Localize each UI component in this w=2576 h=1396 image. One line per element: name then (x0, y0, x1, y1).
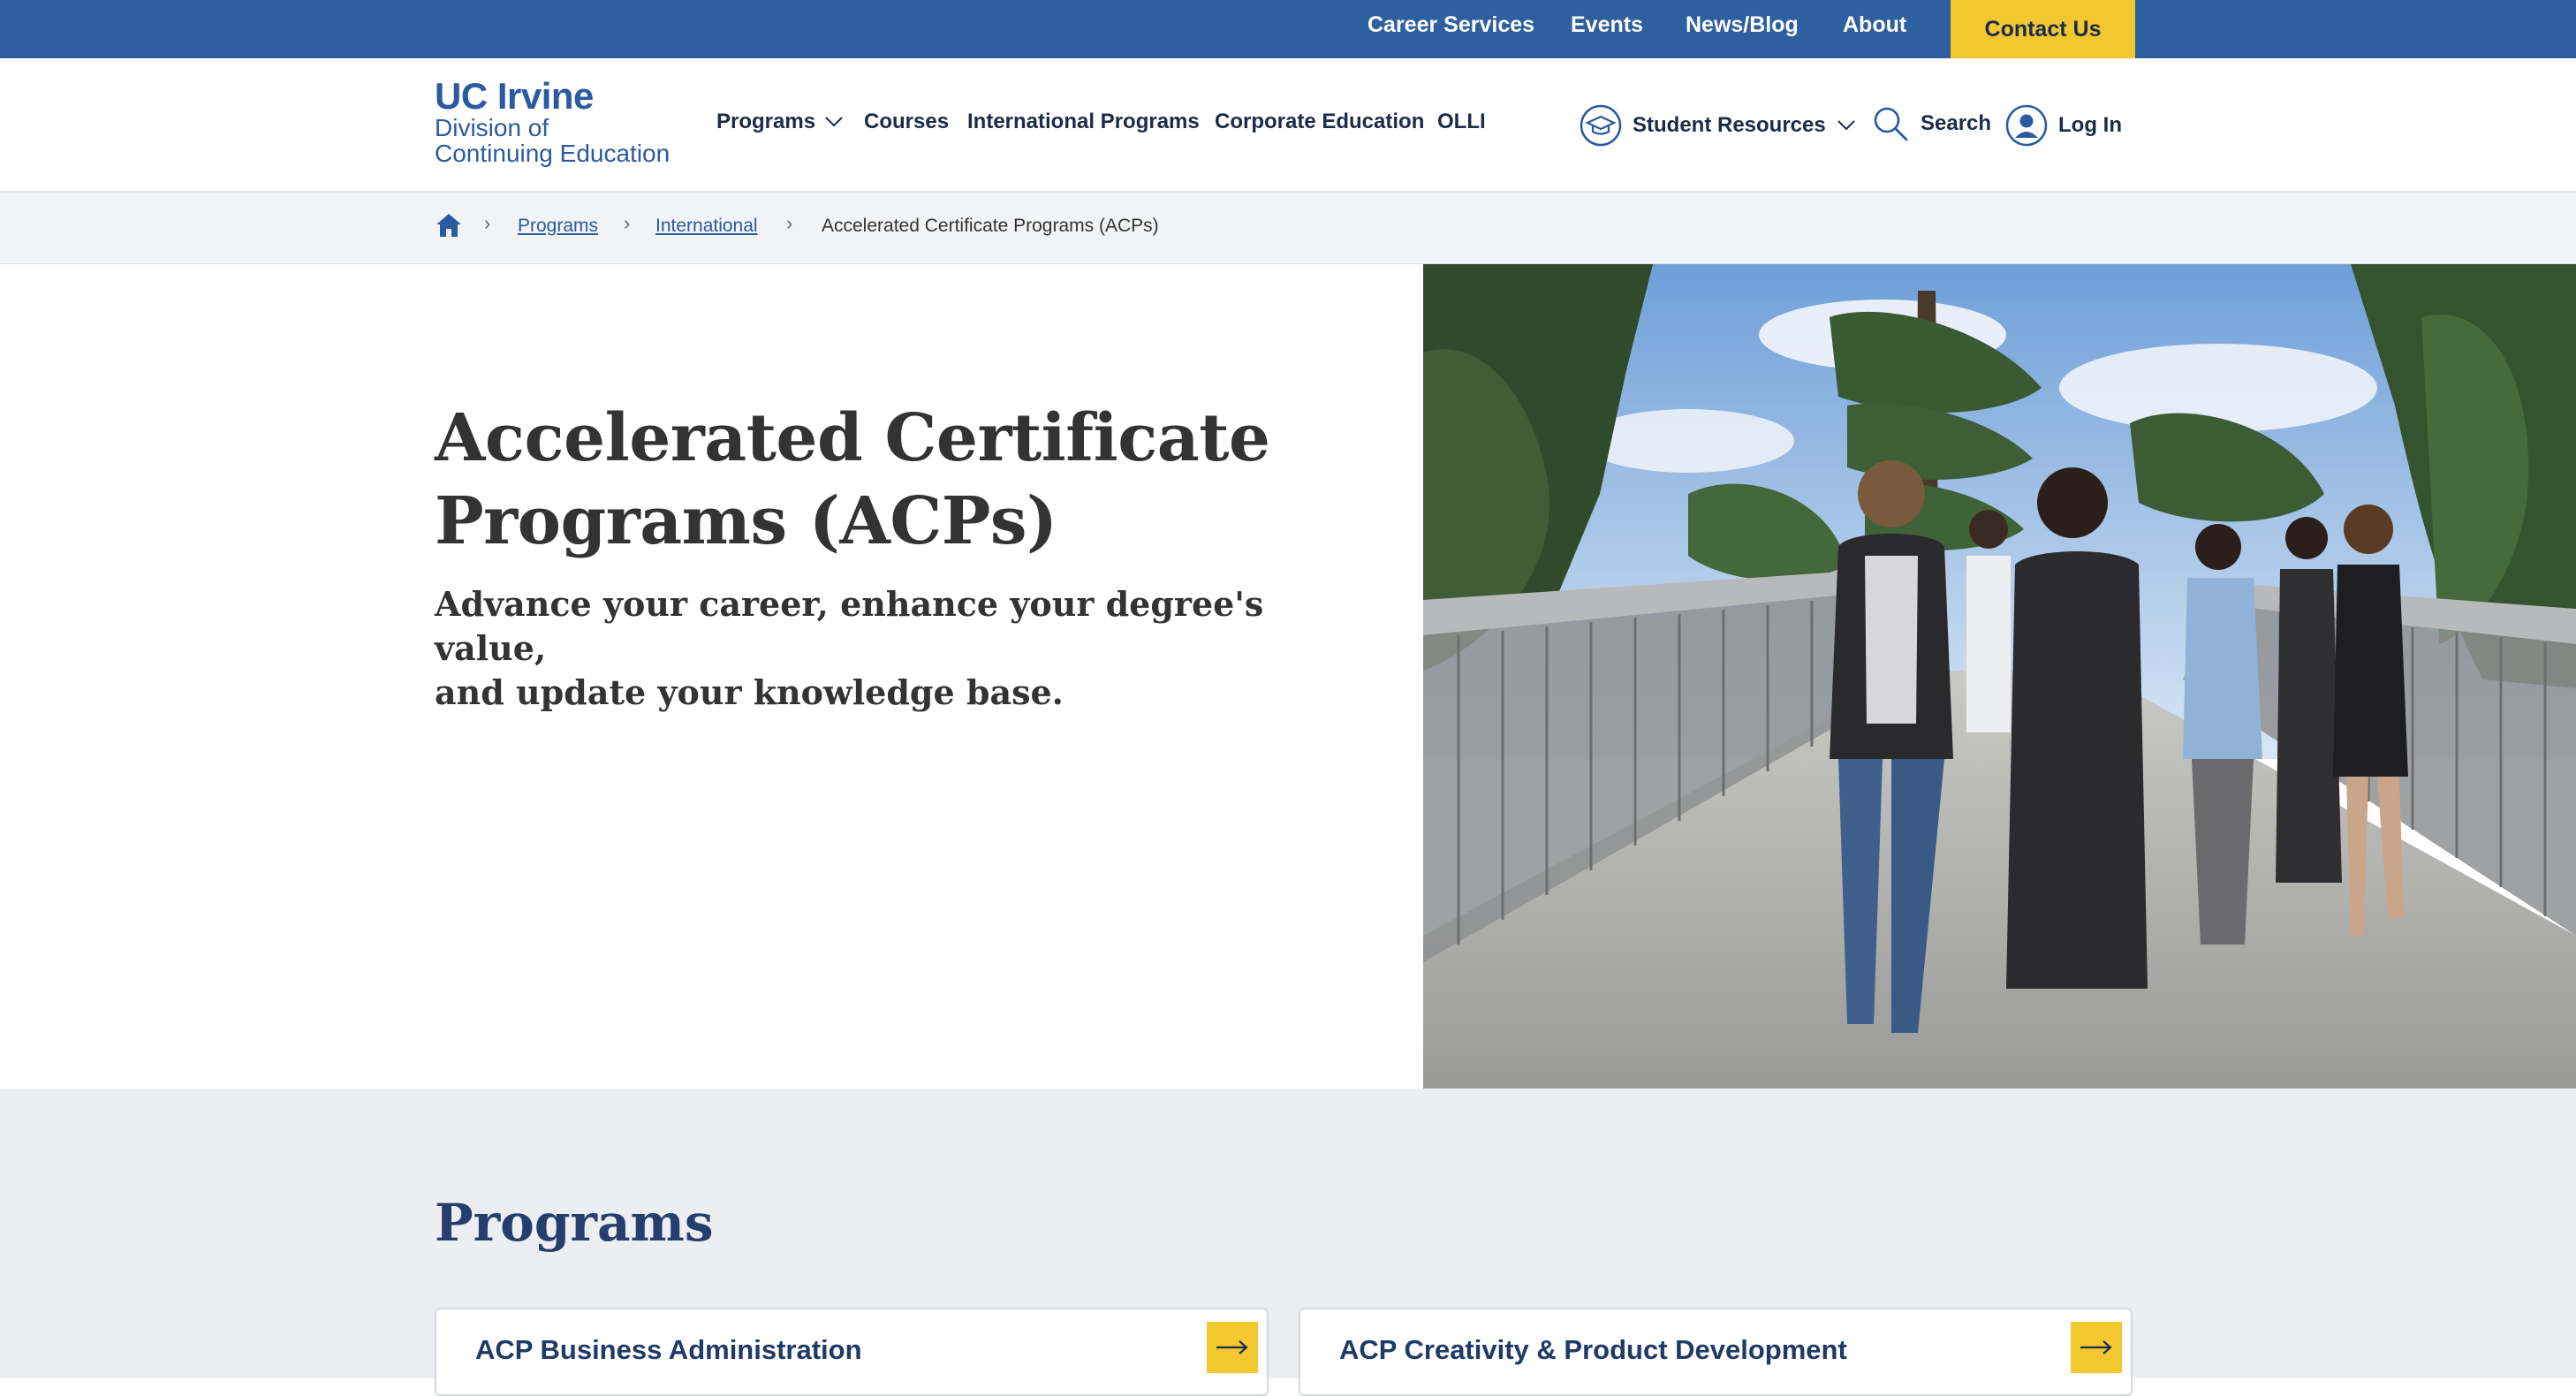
programs-section: Programs ACP Business Administration ACP… (0, 1089, 2576, 1396)
page-title-line1: Accelerated Certificate (435, 400, 1270, 476)
nav-programs-label: Programs (716, 110, 816, 133)
about-link[interactable]: About (1843, 12, 1906, 38)
chevron-down-icon (825, 117, 843, 127)
hero-subtitle-line2: and update your knowledge base. (435, 672, 1064, 712)
program-card-title: ACP Business Administration (475, 1334, 862, 1365)
chevron-right-icon: › (624, 212, 631, 234)
nav-olli-label: OLLI (1437, 110, 1486, 133)
hero-photo-students-walking (1423, 264, 2576, 1089)
student-resources-menu[interactable]: Student Resources (1580, 104, 1856, 147)
nav-courses[interactable]: Courses (864, 110, 949, 134)
uci-logo[interactable]: UC Irvine Division of Continuing Educati… (435, 78, 700, 175)
search-button[interactable]: Search (1871, 104, 1991, 143)
chevron-down-icon (1837, 120, 1855, 131)
main-header: UC Irvine Division of Continuing Educati… (0, 58, 2576, 193)
hero-subtitle: Advance your career, enhance your degree… (435, 582, 1283, 715)
graduation-cap-icon (1580, 104, 1622, 147)
arrow-right-icon[interactable] (1207, 1322, 1258, 1373)
career-services-link[interactable]: Career Services (1368, 12, 1534, 38)
home-icon[interactable] (435, 212, 463, 239)
nav-olli[interactable]: OLLI (1437, 110, 1486, 134)
nav-corporate-label: Corporate Education (1215, 110, 1425, 133)
logo-continuing-education: Continuing Education (435, 140, 671, 167)
breadcrumb-current: Accelerated Certificate Programs (ACPs) (822, 216, 1159, 236)
contact-us-button[interactable]: Contact Us (1951, 0, 2135, 58)
news-blog-link[interactable]: News/Blog (1686, 12, 1799, 38)
chevron-right-icon: › (484, 212, 491, 234)
nav-corporate-education[interactable]: Corporate Education (1215, 110, 1424, 134)
page-title-line2: Programs (ACPs) (435, 483, 1057, 559)
events-link[interactable]: Events (1571, 12, 1643, 38)
search-label: Search (1921, 111, 1992, 135)
programs-heading: Programs (435, 1193, 714, 1253)
nav-programs[interactable]: Programs (716, 110, 844, 134)
login-label: Log In (2058, 113, 2122, 137)
logo-uc-irvine: UC Irvine (435, 75, 594, 117)
chevron-right-icon: › (786, 212, 793, 234)
search-icon (1874, 107, 1908, 141)
student-resources-label: Student Resources (1633, 113, 1826, 137)
program-card-business-administration[interactable]: ACP Business Administration (435, 1308, 1269, 1396)
hero-subtitle-line1: Advance your career, enhance your degree… (435, 584, 1264, 668)
breadcrumb-programs[interactable]: Programs (518, 216, 598, 237)
user-icon (2005, 104, 2048, 147)
breadcrumb-international[interactable]: International (655, 216, 758, 237)
nav-international-programs[interactable]: International Programs (967, 110, 1200, 134)
program-card-title: ACP Creativity & Product Development (1339, 1334, 1847, 1365)
login-button[interactable]: Log In (2005, 104, 2122, 147)
hero-section: Accelerated Certificate Programs (ACPs) … (0, 264, 2576, 1089)
nav-courses-label: Courses (864, 110, 950, 133)
nav-international-label: International Programs (967, 110, 1200, 133)
arrow-right-icon[interactable] (2071, 1322, 2122, 1373)
program-card-creativity-product-development[interactable]: ACP Creativity & Product Development (1299, 1308, 2133, 1396)
utility-bar: Career Services Events News/Blog About C… (0, 0, 2576, 58)
breadcrumb: › Programs › International › Accelerated… (0, 193, 2576, 264)
logo-division: Division of (435, 114, 549, 141)
page-title: Accelerated Certificate Programs (ACPs) (435, 397, 1318, 563)
